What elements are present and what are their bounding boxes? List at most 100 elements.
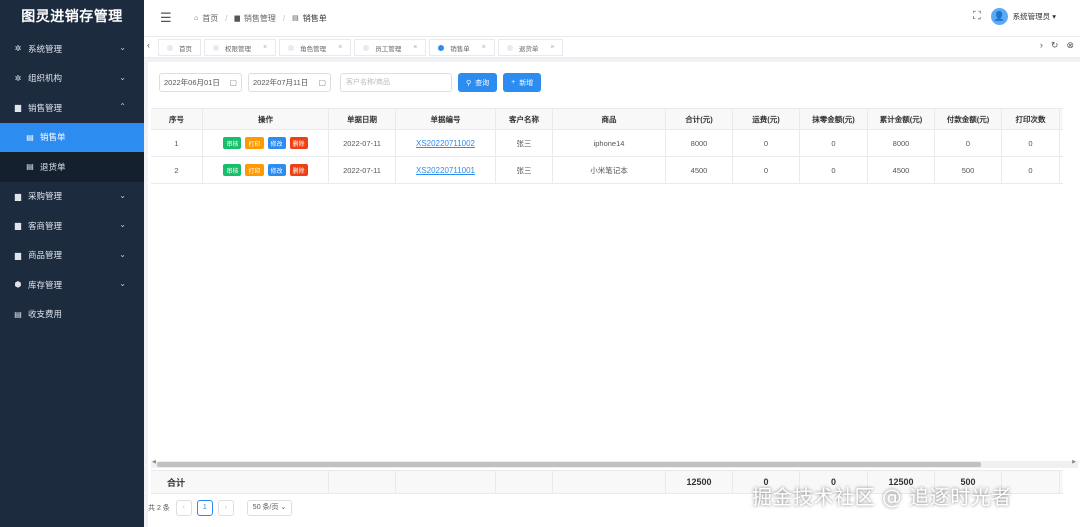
list-icon: ▤ [26,132,34,142]
summary-label: 合计 [151,471,329,493]
edit-button[interactable]: 修改 [267,164,286,176]
row-actions: 审核 打印 修改 删除 [203,157,329,183]
order-code-link[interactable]: XS20220711001 [416,166,475,175]
sidebar-item-label: 系统管理 [28,43,63,54]
row-prints: 0 [1002,130,1060,156]
sidebar-item-organization[interactable]: ✲ 组织机构 ⌄ [0,64,144,94]
sidebar-item-purchase[interactable]: ▆ 采购管理 ⌄ [0,182,144,212]
refresh-icon[interactable]: ↻ [1051,40,1059,51]
top-header: ☰ ⌂ 首页 / ▆ 销售管理 / ▤ 销售单 ⛶ 👤 系统管理员 ▾ [144,0,1080,36]
query-button[interactable]: ⚲ 查询 [458,73,498,92]
summary-total: 12500 [666,471,733,493]
tab-dot [363,44,370,51]
column-header: 商品 [553,109,666,129]
column-header: 单据日期 [329,109,396,129]
delete-button[interactable]: 删除 [289,137,308,149]
tab-dot [288,44,295,51]
menu-toggle-icon[interactable]: ☰ [160,10,172,26]
tabs-scroll-right-icon[interactable]: › [1040,40,1043,51]
main-content: 2022年06月01日 ▢ 2022年07月11日 ▢ 客户名称/商品 ⚲ 查询… [148,62,1080,527]
tab-permissions[interactable]: 权限管理 × [204,39,277,56]
order-code-link[interactable]: XS20220711002 [416,139,475,148]
tab-sales-order[interactable]: 销售单 × [429,39,495,56]
tab-roles[interactable]: 角色管理 × [279,39,352,56]
sidebar-item-label: 组织机构 [28,73,63,84]
delete-button[interactable]: 删除 [289,164,308,176]
breadcrumb: ⌂ 首页 / ▆ 销售管理 / ▤ 销售单 [194,13,327,24]
add-button[interactable]: + 新增 [503,73,542,92]
row-code: XS20220711001 [396,157,496,183]
row-accumulated: 8000 [868,130,935,156]
summary-empty [496,471,553,493]
fullscreen-icon[interactable]: ⛶ [973,10,981,23]
end-date-picker[interactable]: 2022年07月11日 ▢ [248,73,331,92]
horizontal-scrollbar[interactable]: ◀ ▶ [151,459,1078,468]
calendar-icon: ▢ [229,78,237,87]
tab-return-order[interactable]: 退货单 × [497,39,564,56]
scrollbar-thumb[interactable] [157,462,981,467]
row-product: iphone14 [553,130,666,156]
sidebar-item-inventory[interactable]: ⬢ 库存管理 ⌄ [0,270,144,300]
start-date-picker[interactable]: 2022年06月01日 ▢ [159,73,242,92]
gear-icon: ✲ [14,73,22,83]
page-size-select[interactable]: 50 条/页 ⌄ [246,500,293,516]
column-header: 单据编号 [396,109,496,129]
tab-dot [213,44,219,51]
breadcrumb-sales[interactable]: 销售管理 [244,13,276,24]
start-date-value: 2022年06月01日 [164,78,220,87]
watermark-text: 掘金技术社区 @ 追逐时光者 [752,485,1012,509]
row-date: 2022-07-11 [329,157,396,183]
row-date: 2022-07-11 [329,130,396,156]
close-icon[interactable]: × [550,44,554,51]
tab-label: 销售单 [450,45,470,53]
folder-icon: ▆ [14,250,22,260]
chevron-down-icon: ⌄ [119,249,126,259]
sidebar-item-return-order[interactable]: ▤ 退货单 [0,152,144,182]
next-page-button[interactable]: › [217,500,234,516]
sidebar-item-finance[interactable]: ▤ 收支费用 [0,300,144,330]
sidebar-item-label: 收支费用 [28,309,63,320]
sidebar-submenu-sales: ▤ 销售单 ▤ 退货单 [0,122,144,182]
prev-page-button[interactable]: ‹ [175,500,192,516]
tab-label: 角色管理 [300,45,327,53]
sidebar-item-products[interactable]: ▆ 商品管理 ⌄ [0,241,144,271]
tab-home[interactable]: 首页 [158,39,201,56]
close-icon[interactable]: × [263,44,267,51]
tab-employees[interactable]: 员工管理 × [354,39,427,56]
search-icon: ⚲ [466,79,472,87]
avatar[interactable]: 👤 [990,8,1008,25]
tab-dot [506,44,513,51]
search-input[interactable]: 客户名称/商品 [340,73,452,92]
print-button[interactable]: 打印 [245,164,264,176]
audit-button[interactable]: 审核 [223,164,242,176]
close-icon[interactable]: × [413,44,417,51]
breadcrumb-home[interactable]: 首页 [202,13,218,24]
close-icon[interactable]: × [482,44,486,51]
sidebar-item-system[interactable]: ✲ 系统管理 ⌄ [0,34,144,64]
row-index: 1 [151,130,203,156]
user-menu[interactable]: 系统管理员 ▾ [1013,11,1056,22]
chevron-down-icon: ⌄ [119,43,126,52]
query-button-label: 查询 [475,79,490,87]
close-all-icon[interactable]: ⊗ [1066,40,1074,51]
column-header: 打印次数 [1002,109,1060,129]
row-paid: 0 [935,130,1002,156]
close-icon[interactable]: × [338,44,342,51]
scroll-right-arrow-icon[interactable]: ▶ [1072,459,1076,465]
app-title: 图灵进销存管理 [21,8,123,24]
sidebar-item-partners[interactable]: ▆ 客商管理 ⌄ [0,211,144,241]
column-header: 合计(元) [666,109,733,129]
sidebar-item-sales[interactable]: ▆ 销售管理 ⌃ [0,93,144,123]
scroll-left-arrow-icon[interactable]: ◀ [152,459,156,465]
sidebar-item-sales-order[interactable]: ▤ 销售单 [0,122,144,152]
tab-label: 员工管理 [375,45,402,53]
audit-button[interactable]: 审核 [223,137,242,149]
list-icon: ▤ [14,309,22,319]
plus-icon: + [511,79,516,86]
tabs-scroll-left-icon[interactable]: ‹ [147,40,150,50]
tab-dot [167,44,173,51]
row-customer: 张三 [496,130,553,156]
edit-button[interactable]: 修改 [267,137,286,149]
page-1-button[interactable]: 1 [196,500,213,516]
print-button[interactable]: 打印 [245,137,264,149]
